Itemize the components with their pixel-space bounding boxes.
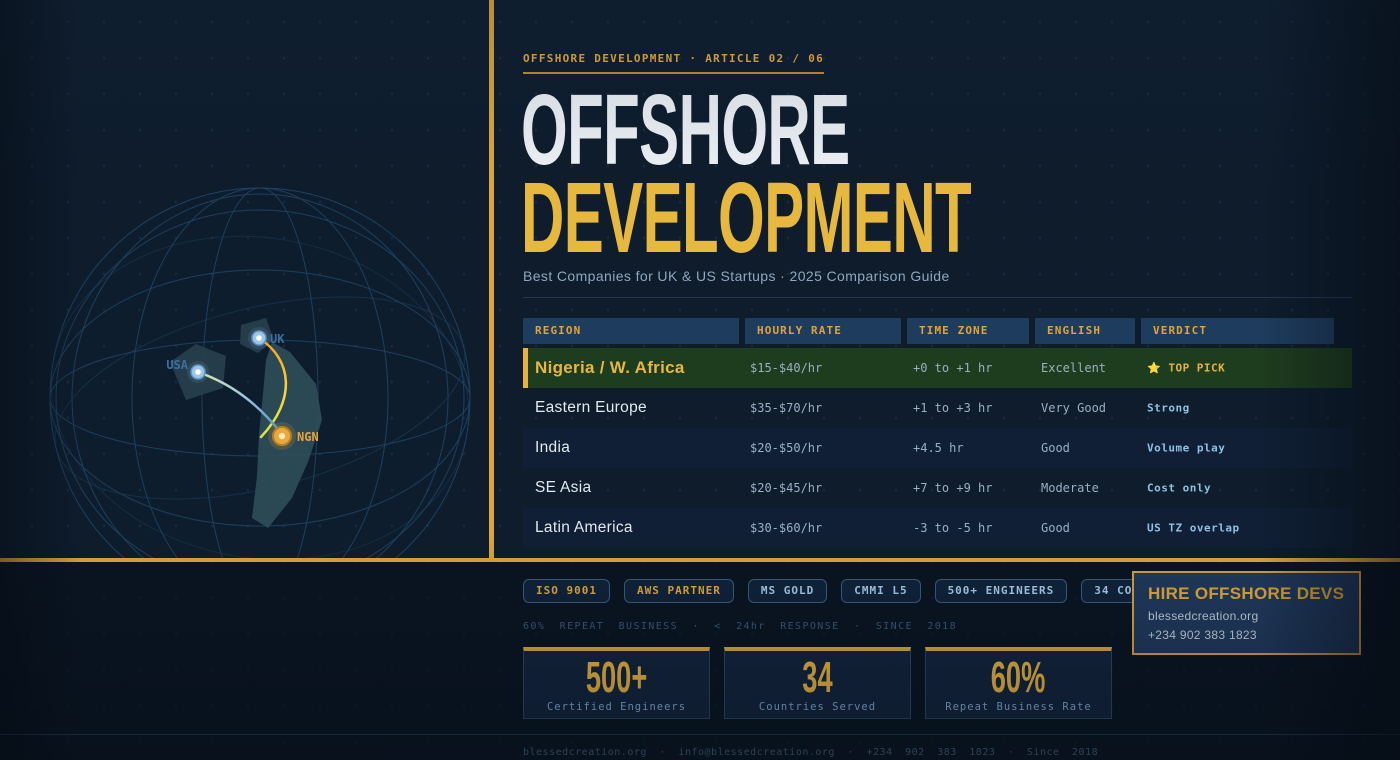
vertical-gold-divider bbox=[489, 0, 494, 560]
cta-title: HIRE OFFSHORE DEVS bbox=[1148, 584, 1345, 604]
cell-timezone: +0 to +1 hr bbox=[913, 361, 992, 375]
cell-rate: $30-$60/hr bbox=[750, 521, 822, 535]
cell-verdict: US TZ overlap bbox=[1147, 522, 1240, 535]
infographic-page: USA UK NGN OFFSHORE DEVELOPMENT · ARTICL… bbox=[0, 0, 1400, 760]
marker-label-ngn: NGN bbox=[297, 430, 319, 444]
cell-timezone: +7 to +9 hr bbox=[913, 481, 992, 495]
column-header-region: REGION bbox=[523, 318, 739, 344]
stat-label: Countries Served bbox=[759, 701, 876, 713]
table-row-latin-america: Latin America $30-$60/hr -3 to -5 hr Goo… bbox=[523, 508, 1352, 548]
column-header-verdict: VERDICT bbox=[1141, 318, 1334, 344]
cell-english: Good bbox=[1041, 441, 1070, 455]
badge-cmmi-l5: CMMI L5 bbox=[841, 579, 920, 603]
page-title-line2: DEVELOPMENT bbox=[521, 168, 971, 268]
cell-region: India bbox=[535, 439, 570, 457]
cell-timezone: -3 to -5 hr bbox=[913, 521, 992, 535]
cell-english: Very Good bbox=[1041, 401, 1106, 415]
marker-uk bbox=[248, 327, 270, 349]
marker-label-usa: USA bbox=[166, 358, 188, 372]
stat-card-repeat-rate: 60% Repeat Business Rate bbox=[925, 647, 1112, 719]
cell-english: Moderate bbox=[1041, 481, 1099, 495]
table-row-nigeria: Nigeria / W. Africa $15-$40/hr +0 to +1 … bbox=[523, 348, 1352, 388]
column-header-timezone: TIME ZONE bbox=[907, 318, 1029, 344]
marker-label-uk: UK bbox=[270, 332, 285, 346]
page-subtitle: Best Companies for UK & US Startups · 20… bbox=[523, 268, 950, 284]
cta-box: HIRE OFFSHORE DEVS blessedcreation.org +… bbox=[1132, 571, 1361, 655]
cell-english: Good bbox=[1041, 521, 1070, 535]
table-row-india: India $20-$50/hr +4.5 hr Good Volume pla… bbox=[523, 428, 1352, 468]
badge-ms-gold: MS GOLD bbox=[748, 579, 827, 603]
cell-timezone: +4.5 hr bbox=[913, 441, 964, 455]
cell-region: Nigeria / W. Africa bbox=[535, 358, 685, 378]
cell-verdict: Volume play bbox=[1147, 442, 1225, 455]
cell-timezone: +1 to +3 hr bbox=[913, 401, 992, 415]
cell-rate: $15-$40/hr bbox=[750, 361, 822, 375]
cell-verdict: ⭐ TOP PICK bbox=[1147, 362, 1225, 375]
column-header-rate: HOURLY RATE bbox=[745, 318, 901, 344]
comparison-table-body: Nigeria / W. Africa $15-$40/hr +0 to +1 … bbox=[523, 348, 1352, 548]
cell-rate: $20-$50/hr bbox=[750, 441, 822, 455]
cell-verdict: Strong bbox=[1147, 402, 1190, 415]
meta-stats-line: 60% REPEAT BUSINESS · < 24hr RESPONSE · … bbox=[523, 621, 957, 632]
stat-card-engineers: 500+ Certified Engineers bbox=[523, 647, 710, 719]
comparison-table-header: REGION HOURLY RATE TIME ZONE ENGLISH VER… bbox=[523, 318, 1352, 344]
footer-divider bbox=[0, 734, 1400, 735]
stat-value: 500+ bbox=[586, 656, 647, 700]
eyebrow-label: OFFSHORE DEVELOPMENT · ARTICLE 02 / 06 bbox=[523, 52, 824, 74]
globe-panel: USA UK NGN bbox=[0, 0, 490, 560]
globe-svg: USA UK NGN bbox=[0, 0, 490, 560]
stat-value: 60% bbox=[991, 656, 1046, 700]
cta-phone: +234 902 383 1823 bbox=[1148, 628, 1345, 642]
cell-rate: $35-$70/hr bbox=[750, 401, 822, 415]
horizontal-gold-divider bbox=[0, 558, 1400, 562]
cell-english: Excellent bbox=[1041, 361, 1106, 375]
marker-usa bbox=[187, 361, 209, 383]
badge-iso-9001: ISO 9001 bbox=[523, 579, 610, 603]
stat-card-countries: 34 Countries Served bbox=[724, 647, 911, 719]
cell-region: Eastern Europe bbox=[535, 399, 647, 417]
marker-ngn bbox=[268, 422, 296, 450]
cell-region: Latin America bbox=[535, 519, 633, 537]
column-header-english: ENGLISH bbox=[1035, 318, 1135, 344]
badge-aws-partner: AWS PARTNER bbox=[624, 579, 734, 603]
stat-label: Repeat Business Rate bbox=[945, 701, 1091, 713]
stat-value: 34 bbox=[802, 656, 832, 700]
cell-region: SE Asia bbox=[535, 479, 591, 497]
cell-rate: $20-$45/hr bbox=[750, 481, 822, 495]
stat-cards: 500+ Certified Engineers 34 Countries Se… bbox=[523, 647, 1112, 719]
stat-label: Certified Engineers bbox=[547, 701, 686, 713]
cta-website: blessedcreation.org bbox=[1148, 609, 1345, 623]
table-row-se-asia: SE Asia $20-$45/hr +7 to +9 hr Moderate … bbox=[523, 468, 1352, 508]
badge-500-engineers: 500+ ENGINEERS bbox=[935, 579, 1068, 603]
certification-badges: ISO 9001 AWS PARTNER MS GOLD CMMI L5 500… bbox=[523, 579, 1199, 603]
cell-verdict: Cost only bbox=[1147, 482, 1211, 495]
header-divider bbox=[523, 297, 1352, 298]
footer-contact-line: blessedcreation.org · info@blessedcreati… bbox=[523, 747, 1098, 758]
table-row-eastern-europe: Eastern Europe $35-$70/hr +1 to +3 hr Ve… bbox=[523, 388, 1352, 428]
